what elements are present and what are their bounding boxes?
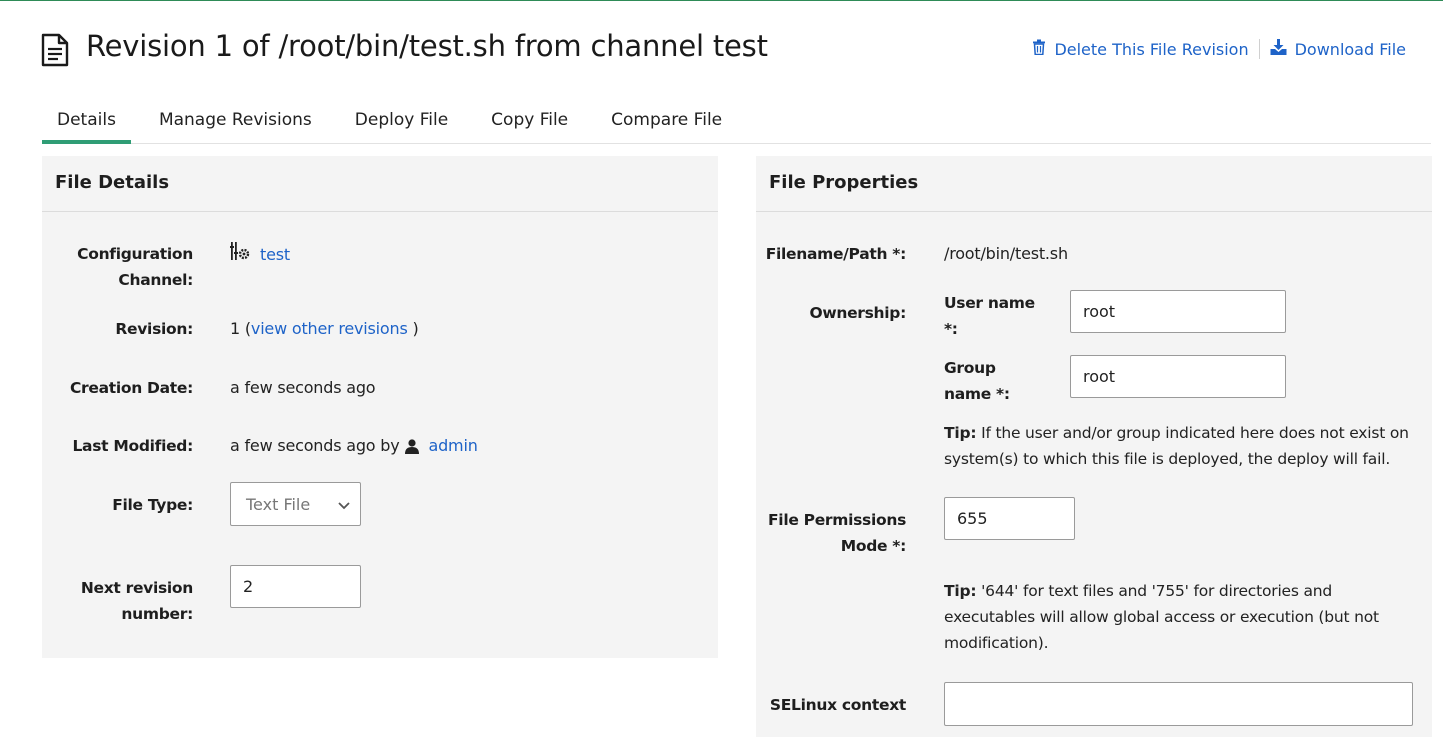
ownership-label: Ownership: bbox=[809, 304, 906, 322]
channel-label-line2: Channel: bbox=[118, 271, 193, 289]
download-file-label: Download File bbox=[1294, 39, 1406, 59]
tab-manage-revisions[interactable]: Manage Revisions bbox=[159, 104, 312, 144]
ownership-tip-text1: If the user and/or group indicated here … bbox=[981, 424, 1409, 442]
next-revision-label-line2: number: bbox=[121, 605, 193, 623]
file-permissions-label-line1: File Permissions bbox=[768, 511, 906, 529]
user-name-label-line2: *: bbox=[944, 320, 958, 338]
chevron-down-icon bbox=[338, 495, 350, 514]
group-name-label-line1: Group bbox=[944, 359, 996, 377]
tab-details[interactable]: Details bbox=[42, 104, 131, 144]
permissions-tip-line2: executables will allow global access or … bbox=[944, 608, 1379, 626]
file-permissions-input[interactable]: 655 bbox=[944, 497, 1075, 540]
channel-label-line1: Configuration bbox=[77, 245, 193, 263]
delete-revision-label: Delete This File Revision bbox=[1054, 39, 1249, 59]
user-name-label: User name *: bbox=[944, 290, 1035, 342]
ownership-tip-bold: Tip: bbox=[944, 424, 977, 442]
selinux-context-label: SELinux context bbox=[769, 696, 906, 714]
file-details-heading: File Details bbox=[42, 156, 718, 212]
delete-revision-link[interactable]: Delete This File Revision bbox=[1032, 39, 1249, 59]
group-name-label: Group name *: bbox=[944, 355, 1010, 407]
page-title: Revision 1 of /root/bin/test.sh from cha… bbox=[86, 29, 768, 63]
channel-label: Configuration Channel: bbox=[42, 241, 193, 293]
channel-value: test bbox=[230, 241, 290, 269]
download-file-link[interactable]: Download File bbox=[1270, 39, 1406, 59]
creation-date-value: a few seconds ago bbox=[230, 378, 376, 397]
user-name-label-line1: User name bbox=[944, 294, 1035, 312]
tab-copy-file[interactable]: Copy File bbox=[491, 104, 568, 144]
revision-close-paren: ) bbox=[412, 319, 419, 338]
file-properties-heading: File Properties bbox=[756, 156, 1432, 212]
filename-path-label: Filename/Path *: bbox=[765, 245, 907, 263]
user-icon bbox=[404, 438, 419, 454]
permissions-tip: Tip: '644' for text files and '755' for … bbox=[944, 578, 1424, 656]
last-modified-label: Last Modified: bbox=[72, 437, 193, 455]
revision-label: Revision: bbox=[115, 320, 193, 338]
last-modified-text: a few seconds ago by bbox=[230, 436, 400, 455]
file-permissions-label: File Permissions Mode *: bbox=[756, 507, 906, 559]
filename-path-value: /root/bin/test.sh bbox=[944, 244, 1068, 263]
creation-date-label: Creation Date: bbox=[69, 379, 193, 397]
tab-deploy-file[interactable]: Deploy File bbox=[355, 104, 448, 144]
tab-compare-file[interactable]: Compare File bbox=[611, 104, 722, 144]
revision-number: 1 bbox=[230, 319, 240, 338]
file-type-select[interactable]: Text File bbox=[230, 482, 361, 526]
revision-value: 1 (view other revisions ) bbox=[230, 316, 419, 342]
ownership-tip-line2: system(s) to which this file is deployed… bbox=[944, 450, 1391, 468]
modified-by-user-link[interactable]: admin bbox=[429, 433, 478, 459]
group-name-input[interactable]: root bbox=[1070, 355, 1286, 398]
next-revision-label-line1: Next revision bbox=[80, 579, 193, 597]
ownership-tip: Tip: If the user and/or group indicated … bbox=[944, 420, 1424, 472]
document-icon bbox=[40, 33, 70, 67]
permissions-tip-bold: Tip: bbox=[944, 582, 977, 600]
trash-icon bbox=[1032, 39, 1046, 59]
file-type-selected: Text File bbox=[246, 494, 311, 514]
ownership-tip-line1: Tip: If the user and/or group indicated … bbox=[944, 420, 1424, 446]
tab-bar: Details Manage Revisions Deploy File Cop… bbox=[42, 104, 1431, 144]
group-name-label-line2: name *: bbox=[944, 385, 1010, 403]
next-revision-label: Next revision number: bbox=[42, 575, 193, 627]
next-revision-input[interactable]: 2 bbox=[230, 565, 361, 608]
view-other-revisions-link[interactable]: view other revisions bbox=[251, 319, 408, 338]
header-actions: Delete This File Revision Download File bbox=[1032, 39, 1406, 59]
divider bbox=[1258, 39, 1260, 59]
permissions-tip-line1: Tip: '644' for text files and '755' for … bbox=[944, 578, 1424, 604]
channel-icon bbox=[230, 241, 250, 269]
user-name-input[interactable]: root bbox=[1070, 290, 1286, 333]
permissions-tip-text1: '644' for text files and '755' for direc… bbox=[981, 582, 1333, 600]
channel-link[interactable]: test bbox=[260, 242, 290, 268]
last-modified-value: a few seconds ago by admin bbox=[230, 433, 478, 459]
download-icon bbox=[1270, 39, 1287, 59]
file-type-label: File Type: bbox=[112, 496, 193, 514]
file-permissions-label-line2: Mode *: bbox=[840, 537, 907, 555]
permissions-tip-line3: modification). bbox=[944, 634, 1049, 652]
selinux-context-input[interactable] bbox=[944, 682, 1413, 726]
